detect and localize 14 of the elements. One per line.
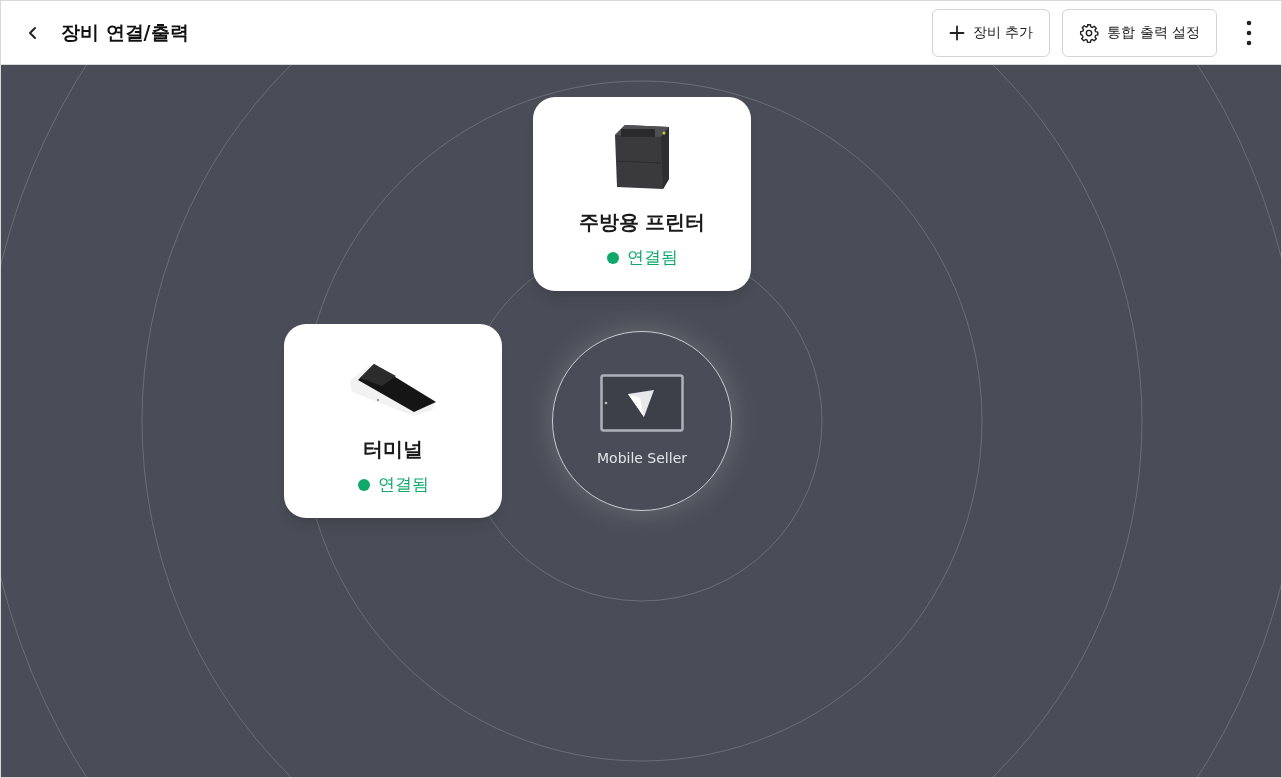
status-text: 연결됨	[377, 473, 429, 497]
device-card[interactable]: 주방용 프린터 연결됨	[533, 97, 751, 291]
settings-icon	[1079, 22, 1100, 43]
device-name: 터미널	[363, 436, 423, 464]
status-text: 연결됨	[626, 246, 678, 270]
more-icon	[1246, 19, 1252, 46]
plus-icon	[948, 24, 965, 41]
hub-label: Mobile Seller	[597, 448, 687, 468]
device-card[interactable]: 터미널 연결됨	[284, 324, 502, 518]
device-name: 주방용 프린터	[578, 209, 706, 237]
page-title: 장비 연결/출력	[61, 20, 189, 46]
tablet-icon	[600, 373, 684, 432]
print-settings-button[interactable]: 통합 출력 설정	[1062, 8, 1217, 57]
add-device-button[interactable]: 장비 추가	[931, 8, 1051, 57]
